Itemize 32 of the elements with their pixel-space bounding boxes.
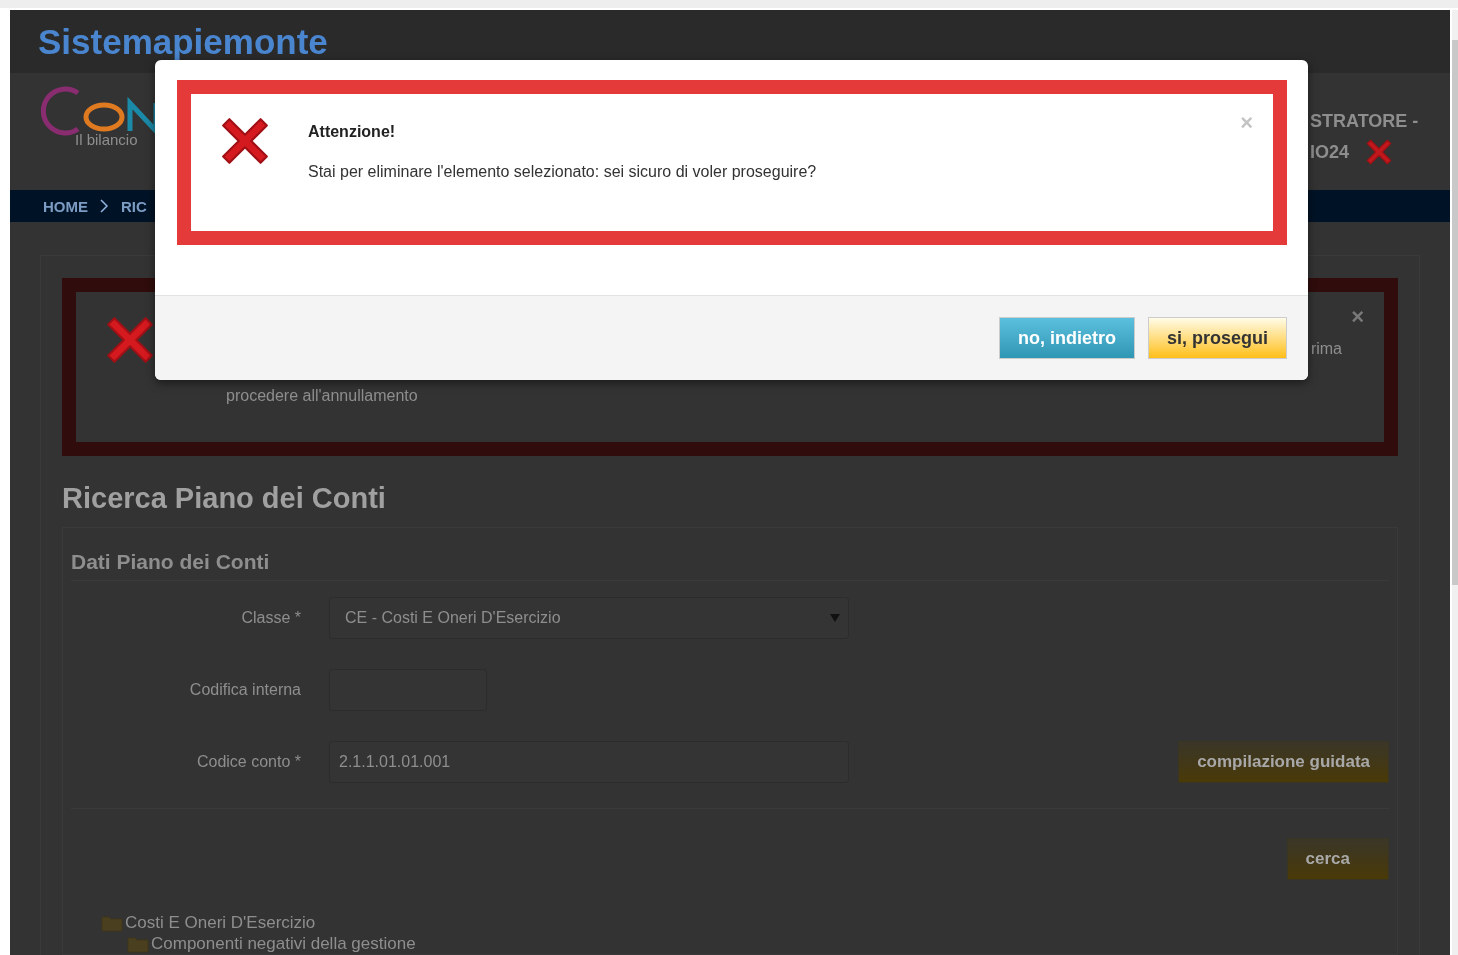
folder-icon (101, 913, 123, 932)
confirm-button[interactable]: si, prosegui (1147, 317, 1287, 359)
logo-tagline: Il bilancio (75, 131, 139, 148)
alert-text: rima (1310, 340, 1342, 358)
error-icon (104, 314, 156, 366)
breadcrumb-link[interactable]: RIC (121, 197, 147, 215)
dialog-title: Attenzione! (308, 123, 397, 141)
input-field[interactable]: 2.1.1.01.01.001 (329, 741, 849, 783)
page-title: Ricerca Piano dei Conti (62, 482, 387, 515)
field-label: Codifica interna (188, 681, 302, 699)
chevron-icon (100, 199, 109, 213)
close-icon[interactable]: × (1351, 306, 1364, 328)
caret-icon (830, 614, 840, 622)
search-button[interactable]: cerca (1286, 838, 1389, 880)
folder-icon (127, 934, 149, 953)
cancel-button[interactable]: no, indietro (998, 317, 1135, 359)
user-role: STRATORE - (1310, 111, 1419, 132)
user-code: IO24 (1310, 141, 1350, 163)
scrollbar[interactable] (1452, 10, 1458, 955)
select-field[interactable]: CE - Costi E Oneri D'Esercizio (329, 597, 849, 639)
field-label: Classe * (240, 609, 302, 627)
site-title: Sistemapiemonte (38, 21, 328, 62)
panel-title: Dati Piano dei Conti (71, 528, 1389, 581)
tree-item[interactable]: Componenti negativi della gestione (151, 933, 416, 954)
breadcrumb-link[interactable]: HOME (43, 197, 88, 215)
field-label: Codice conto * (195, 753, 302, 771)
guided-fill-button[interactable]: compilazione guidata (1178, 741, 1389, 783)
alert-text: procedere all'annullamento (226, 387, 419, 405)
dialog-message: Stai per eliminare l'elemento selezionato: sei sicuro di voler proseguire? (308, 163, 817, 181)
close-icon (1365, 138, 1394, 166)
tree-item[interactable]: Costi E Oneri D'Esercizio (125, 912, 316, 933)
error-icon (219, 115, 271, 167)
